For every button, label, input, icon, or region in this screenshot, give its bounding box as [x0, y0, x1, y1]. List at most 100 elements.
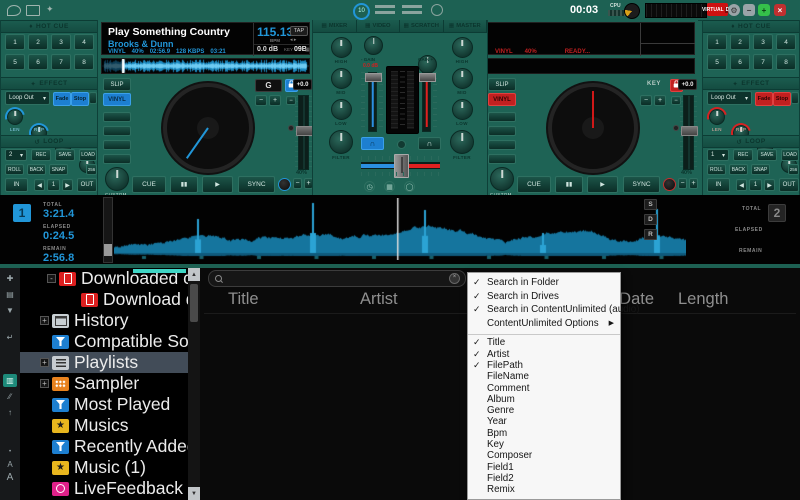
- gain-knob-left[interactable]: [364, 36, 383, 55]
- minimize-button[interactable]: −: [743, 4, 755, 16]
- menu-item[interactable]: FileName: [468, 371, 620, 382]
- menu-item[interactable]: Artist: [468, 349, 620, 360]
- pad-button-4[interactable]: [103, 154, 131, 164]
- sync-button[interactable]: SYNC: [623, 176, 660, 193]
- eq-knob[interactable]: [331, 68, 352, 89]
- loop-double-button[interactable]: ▶: [62, 179, 73, 191]
- play-button[interactable]: ▶: [202, 176, 233, 193]
- expander-icon[interactable]: -: [47, 274, 56, 283]
- eq-knob[interactable]: [331, 37, 352, 58]
- hot-cue-button[interactable]: 8: [74, 54, 94, 70]
- effect-extra-button[interactable]: [89, 92, 97, 104]
- key-plus-button[interactable]: +: [654, 95, 666, 106]
- mixer-tab[interactable]: ▦MASTER: [444, 20, 488, 33]
- loop-save-button[interactable]: SAVE: [757, 149, 777, 161]
- effect-select[interactable]: Loop Out▾: [5, 91, 50, 105]
- folder-icon[interactable]: ▤: [3, 288, 17, 301]
- sync-button[interactable]: SYNC: [238, 176, 275, 193]
- loop-in-button[interactable]: IN: [707, 178, 730, 192]
- sidebar-item[interactable]: + Playlists: [20, 352, 188, 373]
- deck2-number-badge[interactable]: 2: [768, 204, 786, 222]
- eq-knob[interactable]: [450, 130, 474, 154]
- maximize-button[interactable]: +: [758, 4, 770, 16]
- hot-cue-button[interactable]: 3: [51, 34, 71, 50]
- expander-icon[interactable]: +: [40, 379, 49, 388]
- mixer-tab[interactable]: ▦VIDEO: [357, 20, 401, 33]
- sidebar-item[interactable]: Music (1): [20, 457, 188, 478]
- pitch-slider-track[interactable]: [298, 95, 309, 170]
- channel-fader-right[interactable]: [422, 72, 431, 132]
- record-icon[interactable]: ◯: [404, 181, 415, 192]
- loop-double-button[interactable]: ▶: [764, 179, 775, 191]
- menu-item[interactable]: ContentUnlimited Options: [468, 317, 620, 331]
- pitch-slider-handle[interactable]: [296, 126, 313, 136]
- effect-len-knob[interactable]: [7, 109, 23, 125]
- menu-item[interactable]: Search in Folder: [468, 276, 620, 290]
- menu-item[interactable]: Year: [468, 416, 620, 427]
- pads-icon[interactable]: ▦: [384, 181, 395, 192]
- effect-select[interactable]: Loop Out▾: [707, 91, 752, 105]
- layout-icon[interactable]: [26, 5, 40, 16]
- deck-count-badge[interactable]: 10: [353, 3, 370, 20]
- scroll-up-icon[interactable]: ▲: [188, 268, 200, 281]
- menu-item[interactable]: FilePath: [468, 360, 620, 371]
- menu-item[interactable]: Field2: [468, 473, 620, 484]
- hot-cue-button[interactable]: 6: [28, 54, 48, 70]
- eq-knob[interactable]: [452, 68, 473, 89]
- scroll-down-icon[interactable]: ▼: [188, 487, 200, 500]
- expander-icon[interactable]: +: [40, 358, 49, 367]
- zoom-slider-handle[interactable]: [104, 244, 112, 256]
- channel-fader-left[interactable]: [368, 72, 377, 132]
- key-plus-button[interactable]: +: [269, 95, 281, 106]
- hot-cue-button[interactable]: 2: [730, 34, 750, 50]
- pfl-button-right[interactable]: ∩: [418, 137, 441, 150]
- sidebar-item[interactable]: + Sampler: [20, 373, 188, 394]
- sidebar-item[interactable]: LiveFeedback: [20, 478, 188, 499]
- loop-roll-button[interactable]: ROLL: [707, 164, 726, 175]
- slip-button[interactable]: SLIP: [488, 78, 516, 91]
- crossfader[interactable]: [361, 162, 440, 169]
- stutter-button[interactable]: ▮▮: [170, 176, 198, 193]
- loop-rec-button[interactable]: REC: [733, 149, 753, 161]
- font-small-icon[interactable]: A: [3, 458, 17, 471]
- pad-button-3[interactable]: [103, 140, 131, 150]
- pad-button-4[interactable]: [488, 154, 516, 164]
- pad-button-1[interactable]: [103, 112, 131, 122]
- hot-cue-button[interactable]: 3: [753, 34, 773, 50]
- vinyl-button[interactable]: VINYL: [103, 93, 131, 106]
- sidebar-item[interactable]: Recently Added: [20, 436, 188, 457]
- zoom-slider[interactable]: [103, 197, 113, 263]
- menu-item[interactable]: Title: [468, 334, 620, 348]
- browse-knob[interactable]: [278, 178, 291, 191]
- master-volume-knob[interactable]: [624, 3, 640, 19]
- clear-search-icon[interactable]: ×: [449, 273, 460, 284]
- sidebar-item[interactable]: Compatible Songs: [20, 331, 188, 352]
- loop-load-button[interactable]: LOAD: [79, 149, 97, 161]
- jog-wheel[interactable]: [548, 83, 638, 173]
- pfl-button-left[interactable]: ∩: [361, 137, 384, 150]
- column-header[interactable]: Title: [228, 290, 259, 309]
- hot-cue-button[interactable]: 7: [753, 54, 773, 70]
- sidebar-scrollbar[interactable]: ▲ ▼: [188, 268, 200, 500]
- loop-out-button[interactable]: OUT: [779, 178, 799, 192]
- hot-cue-button[interactable]: 5: [5, 54, 25, 70]
- loop-load-button[interactable]: LOAD: [781, 149, 799, 161]
- loop-out-button[interactable]: OUT: [77, 178, 97, 192]
- vinyl-button[interactable]: VINYL: [488, 93, 516, 106]
- loop-beats-button[interactable]: 256: [86, 164, 97, 175]
- loop-rec-button[interactable]: REC: [31, 149, 51, 161]
- fader-handle[interactable]: [419, 73, 436, 82]
- scrollbar-thumb[interactable]: [190, 284, 198, 322]
- cue-mix-knob[interactable]: [397, 140, 406, 149]
- browse-knob[interactable]: [663, 178, 676, 191]
- eq-knob[interactable]: [452, 99, 473, 120]
- hot-cue-button[interactable]: 5: [707, 54, 727, 70]
- move-up-icon[interactable]: ↑: [3, 406, 17, 419]
- sidebar-item[interactable]: Musics: [20, 415, 188, 436]
- menu-item[interactable]: Field1: [468, 462, 620, 473]
- loop-halve-button[interactable]: ◀: [34, 179, 45, 191]
- hot-cue-button[interactable]: 8: [776, 54, 796, 70]
- play-button[interactable]: ▶: [587, 176, 618, 193]
- split-view-icon[interactable]: ▥: [3, 374, 17, 387]
- settings-button[interactable]: ⚙: [728, 4, 740, 16]
